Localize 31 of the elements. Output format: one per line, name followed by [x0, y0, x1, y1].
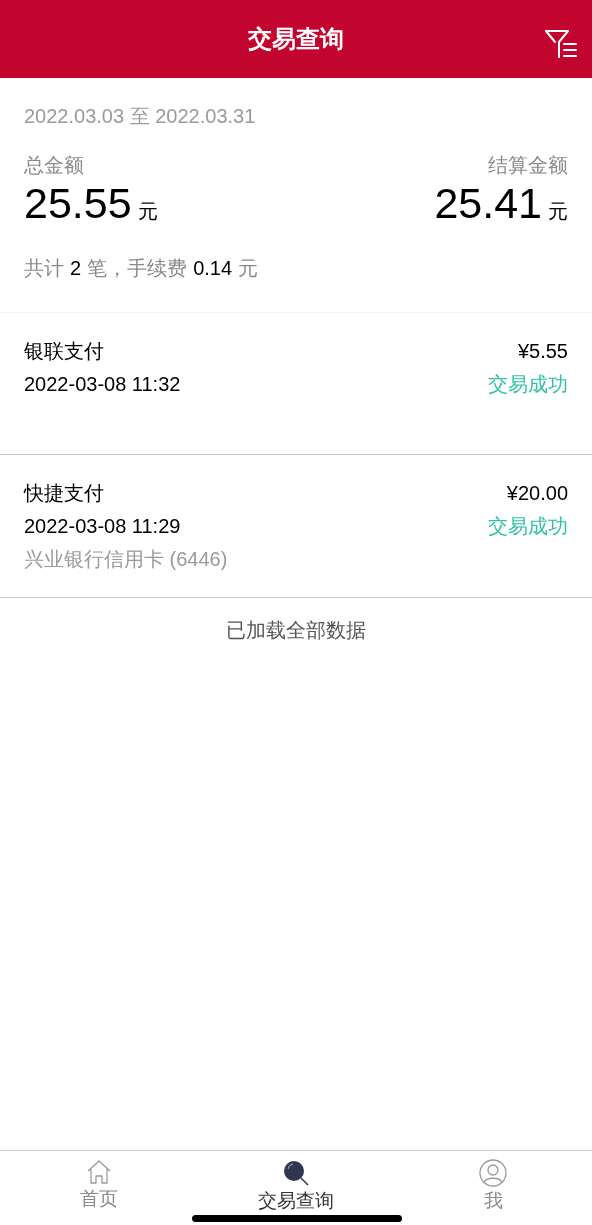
page-title: 交易查询 [248, 24, 344, 54]
fee-label: 笔，手续费 [87, 256, 188, 281]
transaction-amount: ¥5.55 [517, 339, 568, 364]
count-label: 共计 [24, 256, 64, 281]
amount-label: 结算金额 [488, 153, 568, 178]
search-icon [282, 1159, 310, 1187]
date-range: 2022.03.03 至 2022.03.31 [24, 104, 257, 129]
fee-unit: 元 [238, 256, 259, 281]
amount-value: 25.41 [434, 178, 542, 228]
profile-icon [479, 1159, 508, 1187]
transaction-time: 2022-03-08 11:29 [24, 514, 182, 539]
amount-label: 总金额 [24, 153, 84, 178]
filter-icon [544, 28, 578, 60]
fee-value: 0.14 [193, 256, 233, 281]
currency-unit: 元 [137, 199, 158, 224]
card-info: 兴业银行信用卡 (6446) [24, 547, 228, 572]
amount-value: 25.55 [24, 178, 132, 228]
transaction-time: 2022-03-08 11:32 [24, 372, 181, 397]
status-text: 交易成功 [488, 372, 568, 397]
home-icon [85, 1159, 112, 1185]
status-text: 交易成功 [488, 514, 568, 539]
currency-unit: 元 [548, 199, 568, 224]
filter-button[interactable] [544, 28, 578, 60]
payment-method: 银联支付 [24, 339, 105, 364]
transaction-row[interactable]: 快捷支付 2022-03-08 11:29 兴业银行信用卡 (6446) ¥20.00 交易成功 [0, 455, 592, 598]
payment-method: 快捷支付 [24, 481, 105, 506]
count-value: 2 [70, 256, 82, 281]
transaction-amount: ¥20.00 [506, 481, 568, 506]
tab-item[interactable]: 交易查询 [197, 1151, 395, 1225]
transaction-row[interactable]: 银联支付 2022-03-08 11:32 ¥5.55 交易成功 [0, 313, 592, 455]
load-complete-text: 已加载全部数据 [226, 618, 366, 643]
